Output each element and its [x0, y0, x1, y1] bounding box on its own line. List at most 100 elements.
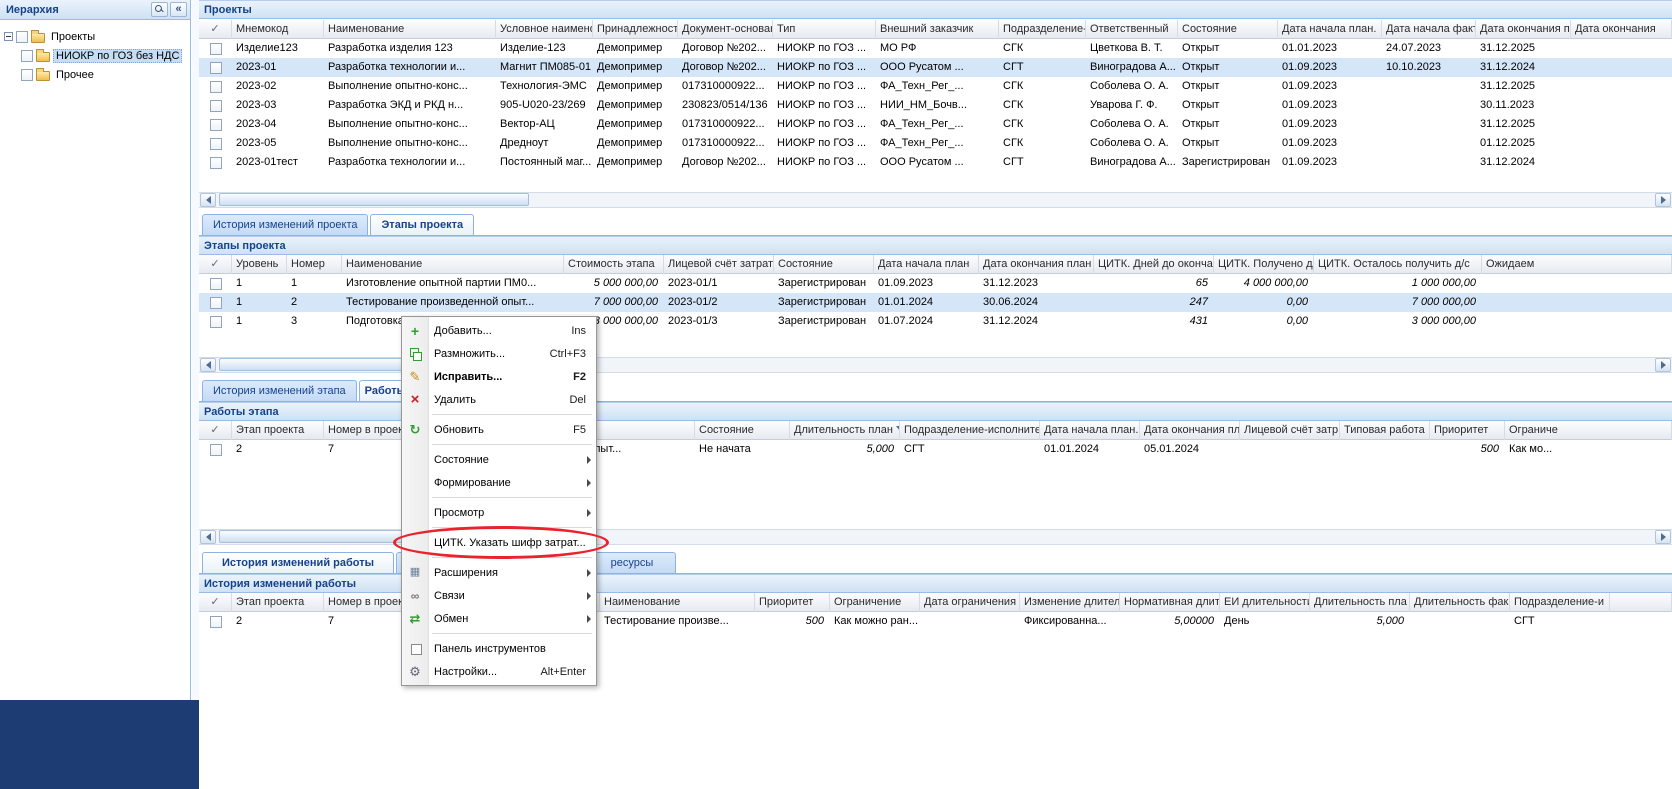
column-header[interactable]: Условное наименова	[496, 20, 593, 39]
column-header[interactable]: Подразделение-от	[999, 20, 1086, 39]
table-row[interactable]: 2023-01тестРазработка технологии и...Пос…	[199, 153, 1672, 172]
column-header[interactable]: Номер	[287, 255, 342, 274]
column-header[interactable]: Длительность фак	[1410, 593, 1510, 612]
column-header[interactable]: ✓	[199, 421, 232, 440]
table-row[interactable]: 2023-01Разработка технологии и...Магнит …	[199, 58, 1672, 77]
tab[interactable]: Этапы проекта	[370, 214, 474, 235]
row-checkbox[interactable]	[210, 444, 222, 456]
column-header[interactable]: Уровень	[232, 255, 287, 274]
collapse-panel-button[interactable]	[170, 2, 187, 17]
scroll-right-button[interactable]	[1655, 530, 1671, 544]
menu-item[interactable]: Исправить...F2	[402, 365, 596, 388]
find-button[interactable]	[151, 2, 168, 17]
column-header[interactable]: Подразделение-исполнитель..	[900, 421, 1040, 440]
row-checkbox[interactable]	[210, 43, 222, 55]
scroll-right-button[interactable]	[1655, 358, 1671, 372]
column-header[interactable]: Дата окончания план	[979, 255, 1094, 274]
menu-item[interactable]: Размножить...Ctrl+F3	[402, 342, 596, 365]
column-header[interactable]: Состояние	[1178, 20, 1278, 39]
menu-item[interactable]: ЦИТК. Указать шифр затрат...	[402, 531, 596, 554]
row-checkbox[interactable]	[210, 157, 222, 169]
tree-checkbox[interactable]	[21, 69, 33, 81]
column-header[interactable]: Подразделение-и	[1510, 593, 1610, 612]
column-header[interactable]: Длительность план	[790, 421, 900, 440]
column-header[interactable]: Ответственный	[1086, 20, 1178, 39]
column-header[interactable]: Ограничение	[830, 593, 920, 612]
row-checkbox[interactable]	[210, 119, 222, 131]
menu-item[interactable]: Обмен	[402, 607, 596, 630]
row-checkbox[interactable]	[210, 278, 222, 290]
row-checkbox[interactable]	[210, 138, 222, 150]
tab[interactable]: ресурсы	[588, 552, 676, 573]
column-header[interactable]: Ограниче	[1505, 421, 1672, 440]
menu-item[interactable]: Настройки...Alt+Enter	[402, 660, 596, 683]
tree-item-other[interactable]: Прочее	[4, 65, 186, 84]
column-header[interactable]: Дата начала факт	[1382, 20, 1476, 39]
column-header[interactable]: ЦИТК. Дней до окончания	[1094, 255, 1214, 274]
column-header[interactable]: ✓	[199, 20, 232, 39]
column-header[interactable]: Наименование	[324, 20, 496, 39]
row-checkbox[interactable]	[210, 297, 222, 309]
menu-item[interactable]: Добавить...Ins	[402, 319, 596, 342]
column-header[interactable]: Дата начала план.	[1278, 20, 1382, 39]
menu-item[interactable]: ОбновитьF5	[402, 418, 596, 441]
menu-item[interactable]: Формирование	[402, 471, 596, 494]
column-header[interactable]: Типовая работа	[1340, 421, 1430, 440]
column-header[interactable]: Длительность пла	[1310, 593, 1410, 612]
table-row[interactable]: 2023-04Выполнение опытно-конс...Вектор-А…	[199, 115, 1672, 134]
column-header[interactable]: ЕИ длительности	[1220, 593, 1310, 612]
column-header[interactable]: Нормативная длит	[1120, 593, 1220, 612]
table-row[interactable]: 2023-05Выполнение опытно-конс...Дредноут…	[199, 134, 1672, 153]
scroll-left-button[interactable]	[200, 358, 216, 372]
scrollbar-thumb[interactable]	[219, 193, 529, 206]
column-header[interactable]: Дата начала план.	[1040, 421, 1140, 440]
column-header[interactable]: Состояние	[695, 421, 790, 440]
column-header[interactable]: Дата окончания	[1571, 20, 1672, 39]
column-header[interactable]: ЦИТК. Получено д/с	[1214, 255, 1314, 274]
scroll-right-button[interactable]	[1655, 193, 1671, 207]
scrollbar-track[interactable]	[217, 193, 1654, 207]
column-header[interactable]: Документ-основан	[678, 20, 773, 39]
table-row[interactable]: 12Тестирование произведенной опыт...7 00…	[199, 293, 1672, 312]
tree-checkbox[interactable]	[21, 50, 33, 62]
table-row[interactable]: 2023-02Выполнение опытно-конс...Технолог…	[199, 77, 1672, 96]
tab[interactable]: История изменений проекта	[202, 214, 368, 235]
table-row[interactable]: 11Изготовление опытной партии ПМ0...5 00…	[199, 274, 1672, 293]
column-header[interactable]: Дата начала план	[874, 255, 979, 274]
column-header[interactable]: Дата ограничения	[920, 593, 1020, 612]
menu-item[interactable]: Панель инструментов	[402, 637, 596, 660]
column-header[interactable]: Наименование	[342, 255, 564, 274]
column-header[interactable]: Приоритет	[1430, 421, 1505, 440]
column-header[interactable]: Состояние	[774, 255, 874, 274]
tab[interactable]: История изменений этапа	[202, 380, 357, 401]
tab[interactable]: История изменений работы	[202, 552, 394, 573]
column-header[interactable]: Лицевой счёт затрат	[664, 255, 774, 274]
column-header[interactable]: ЦИТК. Осталось получить д/с	[1314, 255, 1482, 274]
row-checkbox[interactable]	[210, 616, 222, 628]
column-header[interactable]: Приоритет	[755, 593, 830, 612]
tree-item-projects[interactable]: Проекты	[4, 27, 186, 46]
column-header[interactable]: Дата окончания п	[1476, 20, 1571, 39]
column-header[interactable]: Принадлежность	[593, 20, 678, 39]
expander-minus-icon[interactable]	[4, 32, 13, 41]
menu-item[interactable]: Состояние	[402, 448, 596, 471]
table-row[interactable]: Изделие123Разработка изделия 123Изделие-…	[199, 39, 1672, 58]
column-header[interactable]: Внешний заказчик	[876, 20, 999, 39]
menu-item[interactable]: Расширения	[402, 561, 596, 584]
row-checkbox[interactable]	[210, 100, 222, 112]
scroll-left-button[interactable]	[200, 530, 216, 544]
row-checkbox[interactable]	[210, 81, 222, 93]
column-header[interactable]: Дата окончания план	[1140, 421, 1240, 440]
column-header[interactable]: Мнемокод	[232, 20, 324, 39]
column-header[interactable]: Лицевой счёт затр	[1240, 421, 1340, 440]
row-checkbox[interactable]	[210, 62, 222, 74]
column-header[interactable]: Изменение длител	[1020, 593, 1120, 612]
table-row[interactable]: 2023-03Разработка ЭКД и РКД н...905-U020…	[199, 96, 1672, 115]
column-header[interactable]: ✓	[199, 255, 232, 274]
column-header[interactable]: Наименование	[600, 593, 755, 612]
sidebar-splitter[interactable]	[192, 0, 199, 700]
tree-item-niokr[interactable]: НИОКР по ГОЗ без НДС	[4, 46, 186, 65]
menu-item[interactable]: Связи	[402, 584, 596, 607]
column-header[interactable]: Стоимость этапа	[564, 255, 664, 274]
scroll-left-button[interactable]	[200, 193, 216, 207]
